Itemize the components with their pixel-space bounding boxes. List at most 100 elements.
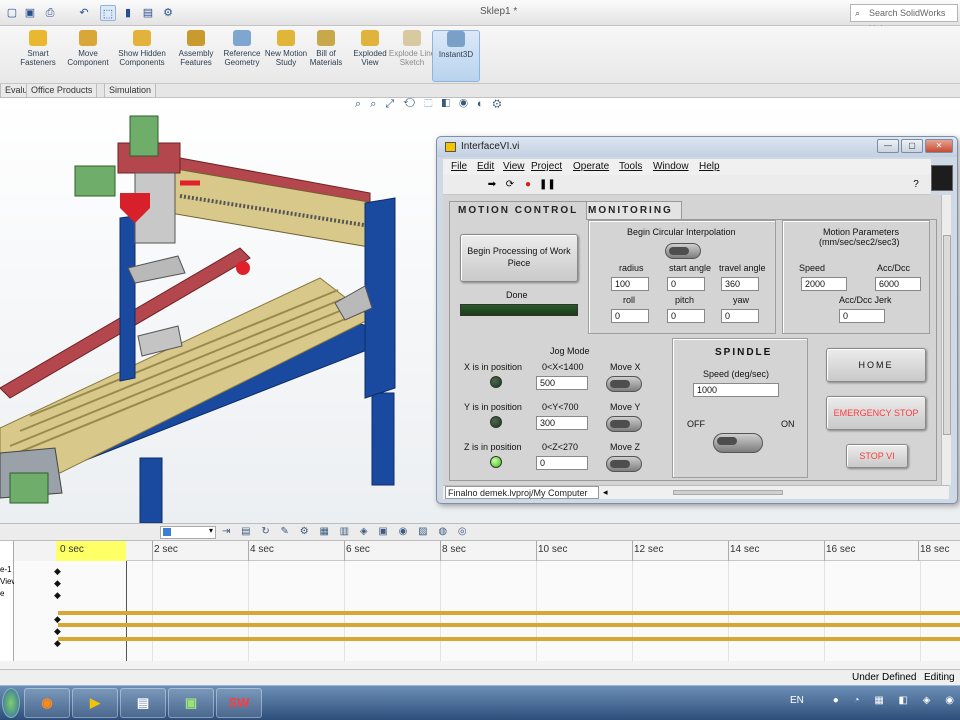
x-jog-field[interactable]: 500: [536, 376, 588, 390]
save-icon[interactable]: ▣: [22, 5, 38, 21]
tick-label: 12 sec: [634, 544, 664, 555]
menu-operate[interactable]: Operate: [573, 161, 609, 172]
status-editing: Editing: [924, 672, 955, 683]
maximize-button[interactable]: ▢: [901, 139, 923, 153]
timeline-ruler[interactable]: 0 sec 2 sec 4 sec 6 sec 8 sec 10 sec 12 …: [56, 541, 960, 561]
radius-label: radius: [619, 263, 644, 273]
new-doc-icon[interactable]: ▢: [4, 5, 20, 21]
move-z-toggle[interactable]: [606, 456, 642, 472]
run-continuously-icon[interactable]: ⟳: [503, 178, 517, 192]
abort-icon[interactable]: ●: [521, 178, 535, 192]
motion-toolbar-icons[interactable]: ⇥ ▤ ↻ ✎ ⚙ ▦ ▥ ◈ ▣ ◉ ▨ ◍ ◎: [222, 526, 471, 537]
move-component-button[interactable]: Move Component: [64, 30, 112, 82]
ribbon-label: Assembly Features: [178, 49, 214, 67]
solidworks-icon[interactable]: SW: [216, 688, 262, 718]
move-x-label: Move X: [610, 362, 641, 372]
menu-tools[interactable]: Tools: [619, 161, 642, 172]
explode-line-sketch-button[interactable]: Explode Line Sketch: [388, 30, 436, 82]
start-angle-field[interactable]: 0: [667, 277, 705, 291]
scroll-thumb[interactable]: [943, 235, 951, 435]
begin-processing-button[interactable]: Begin Processing of Work Piece: [460, 234, 578, 282]
z-jog-field[interactable]: 0: [536, 456, 588, 470]
exploded-view-button[interactable]: Exploded View: [346, 30, 394, 82]
firefox-icon[interactable]: ◉: [24, 688, 70, 718]
help-search-input[interactable]: ⌕ Search SolidWorks Help: [850, 4, 958, 34]
instant3d-button[interactable]: Instant3D: [432, 30, 480, 82]
menu-edit[interactable]: Edit: [477, 161, 494, 172]
travel-angle-field[interactable]: 360: [721, 277, 759, 291]
circular-interpolation-toggle[interactable]: [665, 243, 701, 259]
menu-view[interactable]: View: [503, 161, 525, 172]
menu-file[interactable]: File: [451, 161, 467, 172]
options-icon[interactable]: ⚙: [160, 5, 176, 21]
tab-office-products[interactable]: Office Products: [26, 84, 98, 98]
spindle-toggle[interactable]: [713, 433, 763, 453]
menu-window[interactable]: Window: [653, 161, 689, 172]
timeline-area[interactable]: ◆ ◆ ◆ ◆ ◆ ◆: [14, 561, 960, 661]
circular-title: Begin Circular Interpolation: [627, 227, 736, 237]
vi-icon: [445, 142, 456, 152]
bill-of-materials-button[interactable]: Bill of Materials: [302, 30, 350, 82]
file-properties-icon[interactable]: ▤: [140, 5, 156, 21]
smart-fasteners-button[interactable]: Smart Fasteners: [14, 30, 62, 82]
move-y-toggle[interactable]: [606, 416, 642, 432]
acc-field[interactable]: 6000: [875, 277, 921, 291]
yaw-field[interactable]: 0: [721, 309, 759, 323]
timeline-track: [58, 611, 960, 615]
stop-vi-button[interactable]: STOP VI: [846, 444, 908, 468]
labview-window[interactable]: InterfaceVI.vi — ▢ ✕ File Edit View Proj…: [436, 136, 958, 504]
move-x-toggle[interactable]: [606, 376, 642, 392]
roll-field[interactable]: 0: [611, 309, 649, 323]
minimize-button[interactable]: —: [877, 139, 899, 153]
tab-monitoring[interactable]: MONITORING: [579, 201, 682, 219]
speed-label: Speed: [799, 263, 826, 273]
tick-label: 2 sec: [154, 544, 178, 555]
speed-field[interactable]: 2000: [801, 277, 847, 291]
language-indicator[interactable]: EN: [790, 695, 804, 706]
exploded-view-icon: [361, 30, 379, 46]
labview-toolbar: ➡ ⟳ ● ❚❚ ?: [443, 175, 931, 195]
run-arrow-icon[interactable]: ➡: [485, 178, 499, 192]
tree-item[interactable]: e: [0, 589, 4, 598]
pitch-field[interactable]: 0: [667, 309, 705, 323]
assembly-features-button[interactable]: Assembly Features: [172, 30, 220, 82]
scroll-left-icon[interactable]: ◂: [603, 486, 608, 499]
spindle-speed-field[interactable]: 1000: [693, 383, 779, 397]
start-button[interactable]: [2, 688, 20, 718]
menu-help[interactable]: Help: [699, 161, 720, 172]
labview-titlebar[interactable]: InterfaceVI.vi — ▢ ✕: [437, 137, 957, 157]
tab-simulation[interactable]: Simulation: [104, 84, 157, 98]
tick-line: [536, 541, 537, 561]
print-icon[interactable]: ⎙: [42, 5, 58, 21]
show-hidden-components-button[interactable]: Show Hidden Components: [118, 30, 166, 82]
pause-icon[interactable]: ❚❚: [539, 178, 556, 192]
y-jog-field[interactable]: 300: [536, 416, 588, 430]
undo-icon[interactable]: ↶: [76, 5, 92, 21]
labview-icon[interactable]: ▶: [72, 688, 118, 718]
gantry-upright: [119, 215, 136, 382]
labview-vi-icon[interactable]: ▣: [168, 688, 214, 718]
tick-line: [152, 541, 153, 561]
jerk-field[interactable]: 0: [839, 309, 885, 323]
tab-motion-control[interactable]: MOTION CONTROL: [449, 201, 588, 220]
vertical-scrollbar[interactable]: [941, 195, 951, 485]
tree-item[interactable]: e-1: [0, 565, 12, 574]
study-type-dropdown[interactable]: ▾: [160, 526, 216, 539]
move-z-label: Move Z: [610, 442, 641, 452]
rebuild-icon[interactable]: ▮: [120, 5, 136, 21]
travel-angle-label: travel angle: [719, 263, 766, 273]
file-explorer-icon[interactable]: ▤: [120, 688, 166, 718]
yaw-label: yaw: [733, 295, 750, 305]
x-motor: [9, 472, 49, 504]
tray-icons[interactable]: ● ◔ ▦ ◧ ◈ ◉: [833, 695, 960, 706]
home-button[interactable]: HOME: [826, 348, 926, 382]
horizontal-scrollbar[interactable]: [673, 490, 783, 495]
select-icon[interactable]: ⬚: [100, 5, 116, 21]
close-button[interactable]: ✕: [925, 139, 953, 153]
menu-project[interactable]: Project: [531, 161, 562, 172]
reference-geometry-button[interactable]: Reference Geometry: [218, 30, 266, 82]
context-help-icon[interactable]: ?: [909, 178, 923, 192]
motion-feature-tree[interactable]: e-1 Viev e: [0, 541, 15, 661]
emergency-stop-button[interactable]: EMERGENCY STOP: [826, 396, 926, 430]
radius-field[interactable]: 100: [611, 277, 649, 291]
